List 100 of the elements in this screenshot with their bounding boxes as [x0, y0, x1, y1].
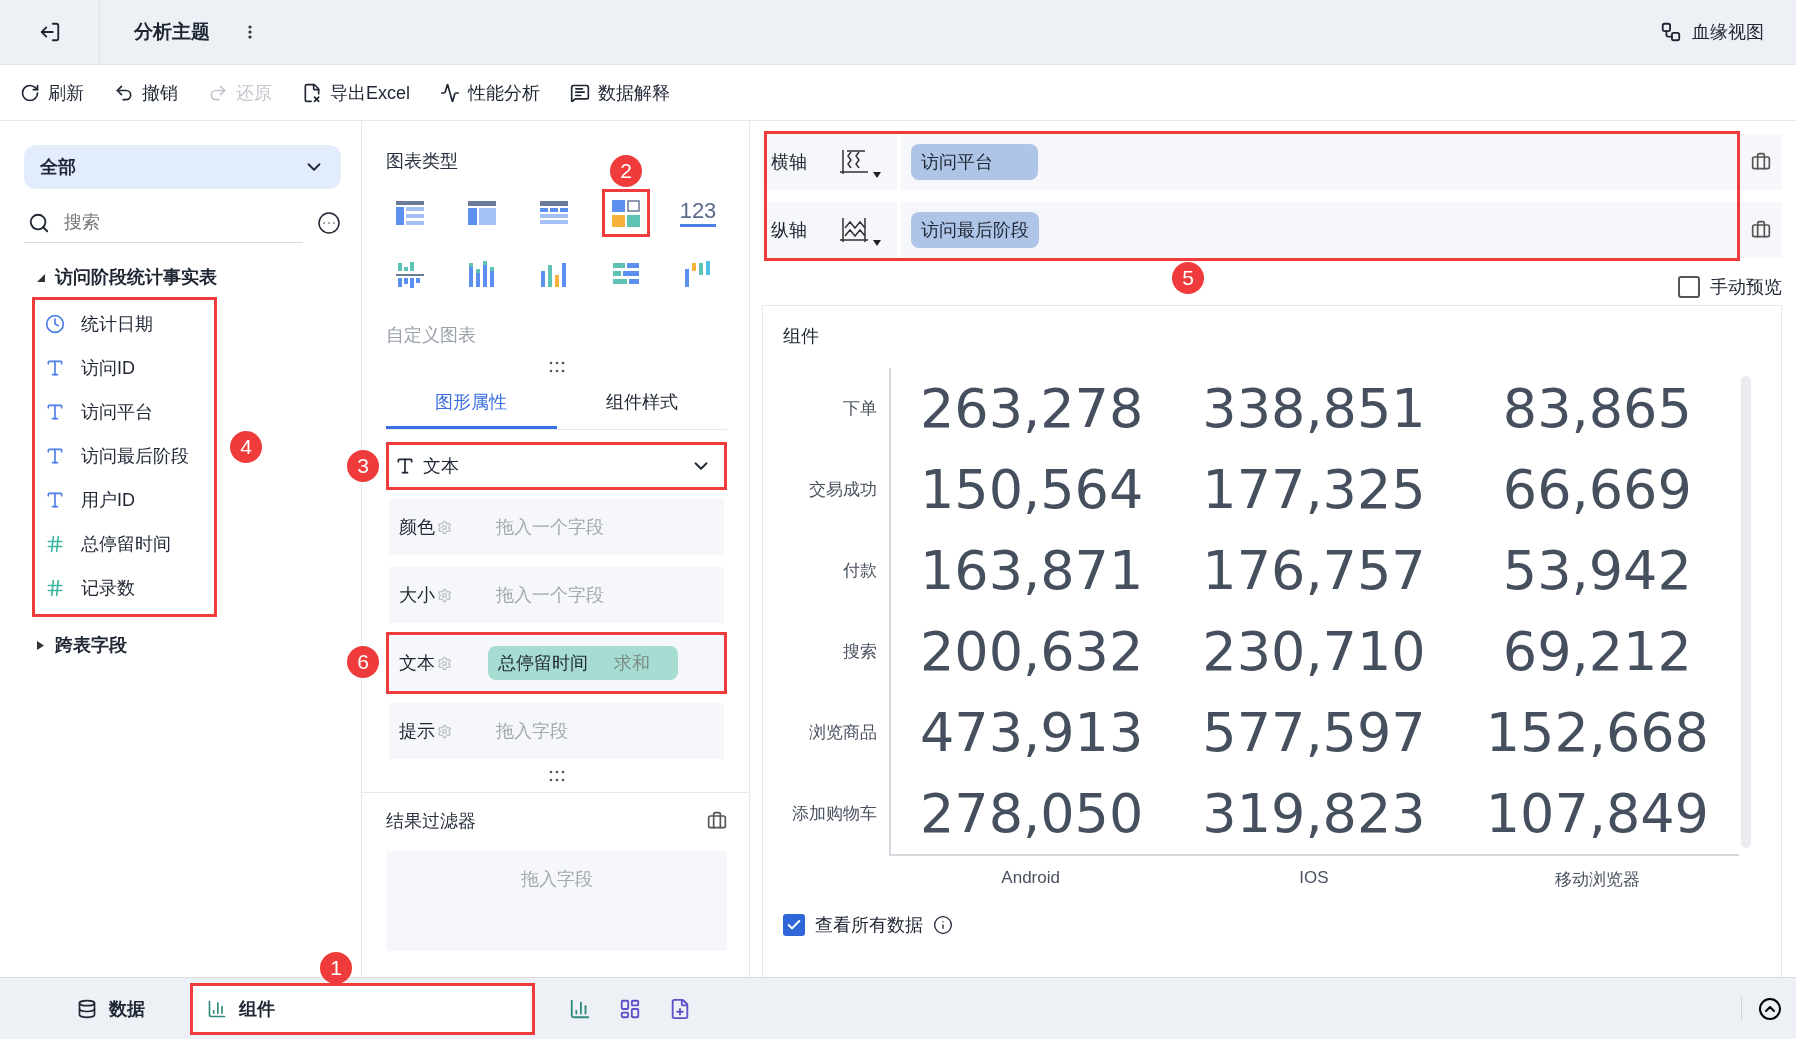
chart-type-button[interactable]: 123 [674, 189, 722, 237]
briefcase-icon [1751, 220, 1771, 240]
value-cell: 278,050 [889, 773, 1173, 854]
table-name[interactable]: 访问阶段统计事实表 [55, 265, 217, 289]
callout-badge: 5 [1172, 262, 1204, 294]
field-item[interactable]: 访问ID [35, 346, 214, 390]
row-label: 浏览商品 [808, 722, 878, 744]
value-cell-text: 177,325 [1201, 457, 1427, 523]
field-pill[interactable]: 访问最后阶段 [911, 212, 1039, 248]
text-type-icon [45, 402, 65, 422]
row-label: 交易成功 [808, 479, 878, 501]
text-type-icon [45, 490, 65, 510]
hash-icon [45, 578, 65, 598]
row-label: 搜索 [842, 641, 878, 663]
flow-icon [1660, 21, 1682, 43]
axis-label: 纵轴 [770, 219, 808, 242]
axis-icon [839, 216, 869, 244]
value-cell-text: 338,851 [1201, 376, 1427, 442]
value-cell-text: 66,669 [1501, 457, 1693, 523]
refresh-icon [20, 82, 40, 103]
chevron-up-icon [1758, 996, 1782, 1021]
briefcase-icon [1751, 152, 1771, 172]
color-blocks-icon [610, 197, 642, 229]
bottom-tab[interactable]: 组件 [193, 985, 532, 1032]
tab[interactable]: 图形属性 [386, 377, 557, 429]
undo-icon [114, 82, 134, 103]
value-cell-text: 319,823 [1201, 781, 1427, 847]
lineage-view-button[interactable]: 血缘视图 [1654, 19, 1770, 45]
gear-icon [437, 519, 452, 535]
page-title: 分析主题 [134, 20, 210, 44]
mark-slot[interactable]: 大小 拖入一个字段 [389, 567, 724, 623]
search-field[interactable]: 搜索 [62, 211, 242, 234]
callout-badge: 4 [230, 431, 262, 463]
field-item[interactable]: 访问平台 [35, 390, 214, 434]
expand-triangle-icon [36, 640, 45, 650]
callout-badge: 1 [320, 951, 352, 984]
gear-icon [437, 723, 452, 739]
caret-icon [873, 240, 881, 246]
search-icon [28, 211, 50, 234]
text-type-icon [395, 456, 415, 476]
text-type-icon [45, 358, 65, 378]
field-item[interactable]: 总停留时间 [35, 522, 214, 566]
field-item[interactable]: 统计日期 [35, 302, 214, 346]
value-cell: 200,632 [889, 611, 1173, 692]
scope-select[interactable]: 全部 [24, 145, 341, 189]
bottom-tab[interactable]: 数据 [63, 985, 159, 1032]
column-label: 移动浏览器 [1455, 854, 1739, 891]
drag-handle-icon [548, 770, 565, 782]
more-icon [248, 25, 252, 39]
axis-label: 横轴 [770, 151, 808, 174]
checkbox[interactable] [1678, 276, 1700, 298]
mark-slot[interactable]: 文本 总停留时间 求和 [389, 635, 724, 691]
toolbar-button[interactable]: 刷新 [20, 76, 84, 109]
chart-icon [207, 998, 227, 1019]
more-options-icon [317, 211, 341, 235]
text-type-icon [45, 446, 65, 466]
chart-type-button[interactable] [602, 189, 650, 237]
chart-type-icon [394, 259, 426, 291]
callout-badge: 6 [347, 646, 379, 678]
callout-badge: 3 [347, 450, 379, 482]
value-cell-text: 53,942 [1501, 538, 1693, 604]
field-pill[interactable]: 访问平台 [911, 144, 1038, 180]
value-cell-text: 152,668 [1484, 700, 1710, 766]
value-cell: 163,871 [889, 530, 1173, 611]
field-pill[interactable]: 总停留时间 求和 [488, 646, 678, 680]
collapse-button[interactable] [1741, 996, 1782, 1021]
caret-icon [873, 172, 881, 178]
add-dashboard-icon [619, 997, 641, 1020]
excel-icon [302, 82, 322, 103]
mark-slot[interactable]: 提示 拖入字段 [389, 703, 724, 759]
hash-icon [45, 534, 65, 554]
section-title: 图表类型 [386, 150, 458, 173]
axis-icon [839, 148, 869, 176]
toolbar-button[interactable]: 数据解释 [570, 76, 670, 109]
redo-icon [208, 82, 228, 103]
field-item[interactable]: 记录数 [35, 566, 214, 610]
gear-icon [437, 655, 452, 671]
table-name[interactable]: 跨表字段 [55, 633, 127, 657]
toolbar-button[interactable]: 撤销 [114, 76, 178, 109]
info-icon [933, 915, 953, 935]
pulse-icon [440, 82, 460, 103]
column-label: IOS [1172, 854, 1456, 891]
mark-slot[interactable]: 颜色 拖入一个字段 [389, 499, 724, 555]
field-item[interactable]: 用户ID [35, 478, 214, 522]
checkbox-label: 手动预览 [1710, 276, 1782, 299]
value-cell-text: 577,597 [1201, 700, 1427, 766]
value-cell-text: 69,212 [1501, 619, 1693, 685]
section-title: 结果过滤器 [386, 810, 476, 833]
exit-icon [38, 21, 61, 43]
toolbar-button[interactable]: 性能分析 [440, 76, 540, 109]
value-cell: 263,278 [889, 368, 1173, 449]
drag-handle-icon [548, 361, 565, 373]
field-item[interactable]: 访问最后阶段 [35, 434, 214, 478]
toolbar-button[interactable]: 导出Excel [302, 76, 410, 109]
value-cell-text: 176,757 [1201, 538, 1427, 604]
message-icon [570, 82, 590, 103]
checkbox[interactable] [783, 914, 805, 936]
tab[interactable]: 组件样式 [556, 377, 727, 429]
add-report-icon [669, 997, 691, 1020]
value-cell: 473,913 [889, 692, 1173, 773]
